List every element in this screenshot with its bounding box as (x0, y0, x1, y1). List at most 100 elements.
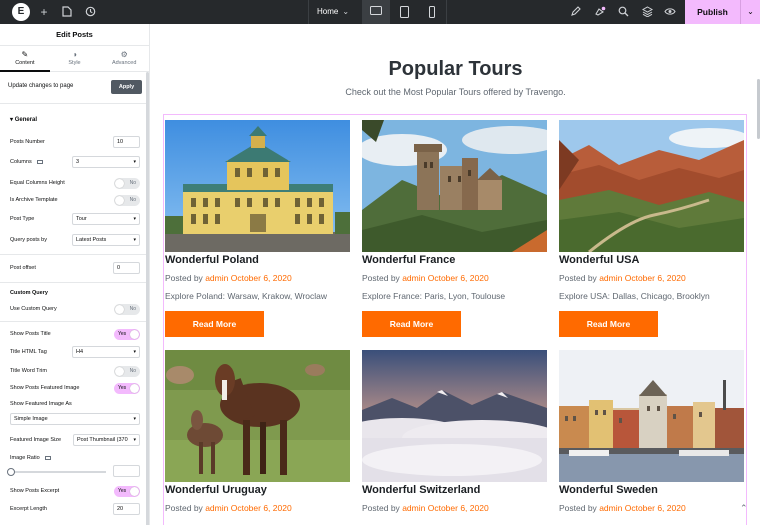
tab-content[interactable]: ✎ Content (0, 46, 50, 72)
tour-meta: Posted by admin October 6, 2020 (559, 502, 744, 514)
equal-height-toggle[interactable]: No (114, 178, 140, 189)
tour-title[interactable]: Wonderful France (362, 252, 547, 268)
title-tag-select[interactable]: H4 ▾ (72, 346, 140, 358)
section-general[interactable]: ▾ General (10, 116, 37, 123)
tab-style[interactable]: ◑ Style (50, 46, 100, 71)
author-link[interactable]: admin (402, 273, 425, 283)
chevron-down-icon: ▾ (133, 349, 136, 355)
title-trim-label: Title Word Trim (10, 368, 47, 374)
page-name: Home (317, 7, 339, 16)
search-icon[interactable] (616, 4, 630, 20)
featured-as-select[interactable]: Simple Image ▾ (10, 413, 140, 425)
desktop-view-button[interactable] (362, 0, 390, 24)
columns-label: Columns (10, 159, 43, 165)
desktop-icon (44, 455, 51, 460)
date-link[interactable]: October 6, 2020 (428, 273, 489, 283)
page-select[interactable]: Home ⌄ (308, 0, 356, 24)
tour-card: Wonderful Poland Posted by admin October… (165, 120, 350, 337)
tour-title[interactable]: Wonderful Switzerland (362, 482, 547, 498)
caret-down-icon: ▾ (10, 117, 14, 123)
show-excerpt-toggle[interactable]: Yes (114, 486, 140, 497)
offset-input[interactable]: 0 (113, 262, 140, 274)
date-link[interactable]: October 6, 2020 (625, 273, 686, 283)
author-link[interactable]: admin (402, 503, 425, 513)
preview-eye-icon[interactable] (663, 4, 677, 20)
tour-image-usa[interactable] (559, 120, 744, 252)
date-link[interactable]: October 6, 2020 (625, 503, 686, 513)
pencil-icon[interactable] (568, 4, 582, 20)
publish-button[interactable]: Publish (685, 0, 740, 24)
offset-label: Post offset (10, 265, 36, 271)
tour-title[interactable]: Wonderful Uruguay (165, 482, 350, 498)
ratio-input[interactable] (113, 465, 140, 477)
query-by-select[interactable]: Latest Posts ▾ (72, 234, 140, 246)
panel-tabs: ✎ Content ◑ Style ⚙ Advanced (0, 46, 149, 72)
columns-select[interactable]: 3 ▾ (72, 156, 140, 168)
author-link[interactable]: admin (205, 273, 228, 283)
notifications-icon[interactable] (593, 4, 607, 20)
page-settings-icon[interactable] (60, 4, 74, 20)
author-link[interactable]: admin (599, 273, 622, 283)
read-more-button[interactable]: Read More (362, 311, 461, 337)
featured-size-select[interactable]: Post Thumbnail (370 ▾ (73, 434, 140, 446)
show-title-toggle[interactable]: Yes (114, 329, 140, 340)
apply-button[interactable]: Apply (111, 80, 142, 94)
read-more-button[interactable]: Read More (559, 311, 658, 337)
elementor-logo-icon[interactable]: E (12, 3, 30, 21)
toggle-text: Yes (118, 385, 127, 391)
chevron-down-icon: ▾ (133, 216, 136, 222)
panel-scrollbar[interactable] (146, 72, 149, 525)
tour-meta: Posted by admin October 6, 2020 (165, 272, 350, 284)
read-more-button[interactable]: Read More (165, 311, 264, 337)
show-title-label: Show Posts Title (10, 331, 51, 337)
toggle-knob (115, 305, 124, 314)
add-element-icon[interactable]: + (37, 4, 51, 20)
gear-icon: ⚙ (120, 50, 128, 59)
tab-advanced[interactable]: ⚙ Advanced (99, 46, 149, 71)
pencil-icon: ✎ (21, 50, 29, 59)
tour-title[interactable]: Wonderful Sweden (559, 482, 744, 498)
publish-options-button[interactable]: ⌄ (740, 0, 760, 24)
history-icon[interactable] (83, 4, 97, 20)
archive-toggle[interactable]: No (114, 195, 140, 206)
tour-image-uruguay[interactable] (165, 350, 350, 482)
excerpt-length-input[interactable]: 20 (113, 503, 140, 515)
toggle-knob (130, 330, 139, 339)
tour-image-sweden[interactable] (559, 350, 744, 482)
posts-number-label: Posts Number (10, 139, 45, 145)
post-type-select[interactable]: Tour ▾ (72, 213, 140, 225)
use-custom-row: Use Custom Query No (10, 303, 140, 317)
columns-value: 3 (76, 159, 80, 165)
posted-by-label: Posted by (165, 273, 203, 283)
tour-excerpt: Explore France: Paris, Lyon, Toulouse (362, 291, 506, 301)
excerpt-length-row: Excerpt Length 20 (10, 503, 140, 517)
posts-number-input[interactable]: 10 (113, 136, 140, 148)
tour-title[interactable]: Wonderful USA (559, 252, 744, 268)
tour-image-switzerland[interactable] (362, 350, 547, 482)
author-link[interactable]: admin (205, 503, 228, 513)
toolbar-divider (446, 0, 447, 24)
tour-image-france[interactable] (362, 120, 547, 252)
desktop-icon (370, 6, 382, 15)
mobile-view-button[interactable] (418, 0, 446, 24)
query-by-label: Query posts by (10, 237, 47, 243)
chevron-up-icon[interactable]: ⌃ (740, 503, 748, 514)
divider (0, 254, 149, 255)
date-link[interactable]: October 6, 2020 (428, 503, 489, 513)
use-custom-toggle[interactable]: No (114, 304, 140, 315)
show-featured-toggle[interactable]: Yes (114, 383, 140, 394)
author-link[interactable]: admin (599, 503, 622, 513)
featured-as-label-row: Show Featured Image As (10, 398, 140, 412)
featured-as-value: Simple Image (14, 416, 48, 422)
featured-size-value: Post Thumbnail (370 (77, 437, 128, 443)
date-link[interactable]: October 6, 2020 (231, 503, 292, 513)
tour-image-poland[interactable] (165, 120, 350, 252)
tour-meta: Posted by admin October 6, 2020 (362, 502, 547, 514)
date-link[interactable]: October 6, 2020 (231, 273, 292, 283)
tour-title[interactable]: Wonderful Poland (165, 252, 350, 268)
show-featured-label: Show Posts Featured Image (10, 385, 80, 391)
title-trim-toggle[interactable]: No (114, 366, 140, 377)
structure-icon[interactable] (640, 4, 654, 20)
tablet-view-button[interactable] (390, 0, 418, 24)
toggle-knob (115, 179, 124, 188)
